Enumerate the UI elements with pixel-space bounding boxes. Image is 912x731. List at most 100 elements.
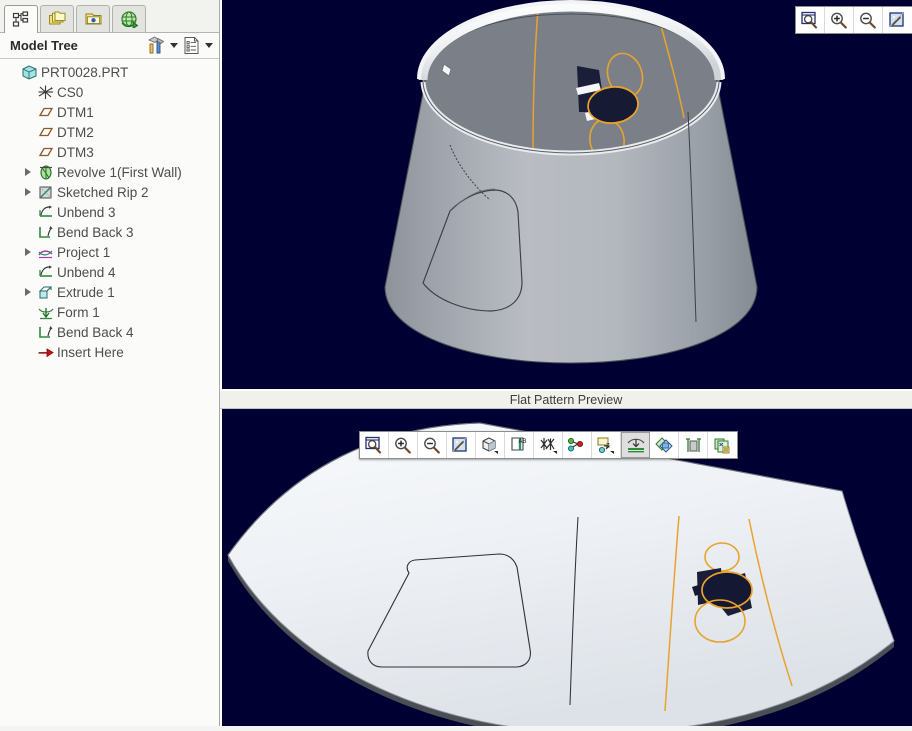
chevron-down-icon bbox=[204, 43, 213, 48]
model-tree-tab[interactable] bbox=[4, 5, 38, 33]
panel-tabstrip bbox=[0, 0, 219, 33]
model-3d-viewport[interactable] bbox=[220, 0, 912, 389]
datum-plane-icon bbox=[36, 103, 55, 121]
flat-state-button[interactable] bbox=[621, 432, 650, 458]
tree-item-label: Sketched Rip 2 bbox=[57, 184, 149, 200]
report-sheets-button[interactable] bbox=[708, 432, 737, 458]
tree-item-label: PRT0028.PRT bbox=[41, 64, 129, 80]
unbend-icon bbox=[36, 263, 55, 281]
refit-view-button[interactable] bbox=[360, 432, 389, 458]
page-title: Model Tree bbox=[10, 38, 78, 53]
datum-plane-icon bbox=[36, 143, 55, 161]
tree-columns-icon[interactable] bbox=[180, 36, 202, 56]
zoom-in-button[interactable] bbox=[825, 7, 854, 33]
tree-item-cs0[interactable]: CS0 bbox=[0, 82, 219, 102]
project-icon bbox=[36, 243, 55, 261]
tree-item-extrude-1[interactable]: Extrude 1 bbox=[0, 282, 219, 302]
tree-item-label: Form 1 bbox=[57, 304, 100, 320]
datum-display-button[interactable] bbox=[534, 432, 563, 458]
application-window: Model Tree PRT0028.PRT CS0 DTM1 DTM2 DTM… bbox=[0, 0, 912, 731]
tree-item-label: Bend Back 4 bbox=[57, 324, 134, 340]
model-tree-panel: Model Tree PRT0028.PRT CS0 DTM1 DTM2 DTM… bbox=[0, 0, 220, 731]
insert-here-arrow-icon bbox=[36, 343, 55, 361]
chevron-right-icon bbox=[25, 288, 31, 296]
expand-triangle-icon[interactable] bbox=[20, 162, 36, 182]
status-strip bbox=[0, 726, 912, 731]
layer-display-button[interactable]: Z bbox=[592, 432, 621, 458]
flat-pattern-title-bar: Flat Pattern Preview bbox=[220, 389, 912, 409]
tree-item-bend-back-4[interactable]: Bend Back 4 bbox=[0, 322, 219, 342]
tree-item-dtm2[interactable]: DTM2 bbox=[0, 122, 219, 142]
sketched-rip-icon bbox=[36, 183, 55, 201]
tree-item-sketched-rip-2[interactable]: Sketched Rip 2 bbox=[0, 182, 219, 202]
tree-item-label: CS0 bbox=[57, 84, 84, 100]
tree-item-unbend-4[interactable]: Unbend 4 bbox=[0, 262, 219, 282]
refit-view-button[interactable] bbox=[796, 7, 825, 33]
bend-back-icon bbox=[36, 323, 55, 341]
tree-item-form-1[interactable]: Form 1 bbox=[0, 302, 219, 322]
expand-triangle-icon[interactable] bbox=[20, 182, 36, 202]
svg-text:Z: Z bbox=[606, 443, 610, 449]
repaint-button[interactable] bbox=[883, 7, 912, 33]
tree-item-label: Unbend 3 bbox=[57, 204, 116, 220]
zoom-out-button[interactable] bbox=[854, 7, 883, 33]
model-tree-header: Model Tree bbox=[0, 33, 219, 59]
tree-item-label: Extrude 1 bbox=[57, 284, 115, 300]
tree-item-project-1[interactable]: Project 1 bbox=[0, 242, 219, 262]
expand-triangle-icon[interactable] bbox=[20, 242, 36, 262]
tree-item-unbend-3[interactable]: Unbend 3 bbox=[0, 202, 219, 222]
overlay-button[interactable] bbox=[650, 432, 679, 458]
view3d-toolbar[interactable] bbox=[795, 6, 912, 34]
chevron-right-icon bbox=[25, 188, 31, 196]
tree-item-label: Project 1 bbox=[57, 244, 111, 260]
favorites-folder-tab[interactable] bbox=[76, 5, 110, 32]
svg-text:AB: AB bbox=[519, 439, 527, 445]
expand-triangle-icon[interactable] bbox=[20, 282, 36, 302]
tree-item-dtm1[interactable]: DTM1 bbox=[0, 102, 219, 122]
zoom-out-button[interactable] bbox=[418, 432, 447, 458]
folder-browser-tab[interactable] bbox=[40, 5, 74, 32]
flat-pattern-viewport[interactable]: AB Z bbox=[220, 409, 912, 731]
tree-item-label: Insert Here bbox=[57, 344, 124, 360]
datum-plane-icon bbox=[36, 123, 55, 141]
zoom-in-button[interactable] bbox=[389, 432, 418, 458]
repaint-button[interactable] bbox=[447, 432, 476, 458]
annotation-display-button[interactable]: AB bbox=[505, 432, 534, 458]
part-icon bbox=[20, 63, 39, 81]
section-view-button[interactable] bbox=[679, 432, 708, 458]
tree-filters-caret[interactable] bbox=[167, 36, 180, 56]
cone-model-graphic bbox=[384, 0, 758, 364]
web-browser-tab[interactable] bbox=[112, 5, 146, 32]
tree-item-label: Unbend 4 bbox=[57, 264, 116, 280]
tree-item-dtm3[interactable]: DTM3 bbox=[0, 142, 219, 162]
tree-item-label: DTM3 bbox=[57, 144, 94, 160]
tree-item-insert-here[interactable]: Insert Here bbox=[0, 342, 219, 362]
chevron-right-icon bbox=[25, 168, 31, 176]
tree-item-revolve-1-first-wall[interactable]: Revolve 1(First Wall) bbox=[0, 162, 219, 182]
tree-item-label: Revolve 1(First Wall) bbox=[57, 164, 182, 180]
flat-pattern-toolbar[interactable]: AB Z bbox=[359, 431, 738, 459]
tree-item-label: DTM2 bbox=[57, 124, 94, 140]
tree-columns-caret[interactable] bbox=[202, 36, 215, 56]
chevron-right-icon bbox=[25, 248, 31, 256]
graphics-area: Flat Pattern Preview AB Z bbox=[220, 0, 912, 731]
tree-item-prt0028-prt[interactable]: PRT0028.PRT bbox=[0, 62, 219, 82]
tree-item-label: DTM1 bbox=[57, 104, 94, 120]
display-style-button[interactable] bbox=[476, 432, 505, 458]
model-tree-list[interactable]: PRT0028.PRT CS0 DTM1 DTM2 DTM3 Revolve 1(Firs… bbox=[0, 59, 219, 731]
tree-filters-icon[interactable] bbox=[145, 36, 167, 56]
datum-point-button[interactable] bbox=[563, 432, 592, 458]
tree-item-bend-back-3[interactable]: Bend Back 3 bbox=[0, 222, 219, 242]
extrude-icon bbox=[36, 283, 55, 301]
